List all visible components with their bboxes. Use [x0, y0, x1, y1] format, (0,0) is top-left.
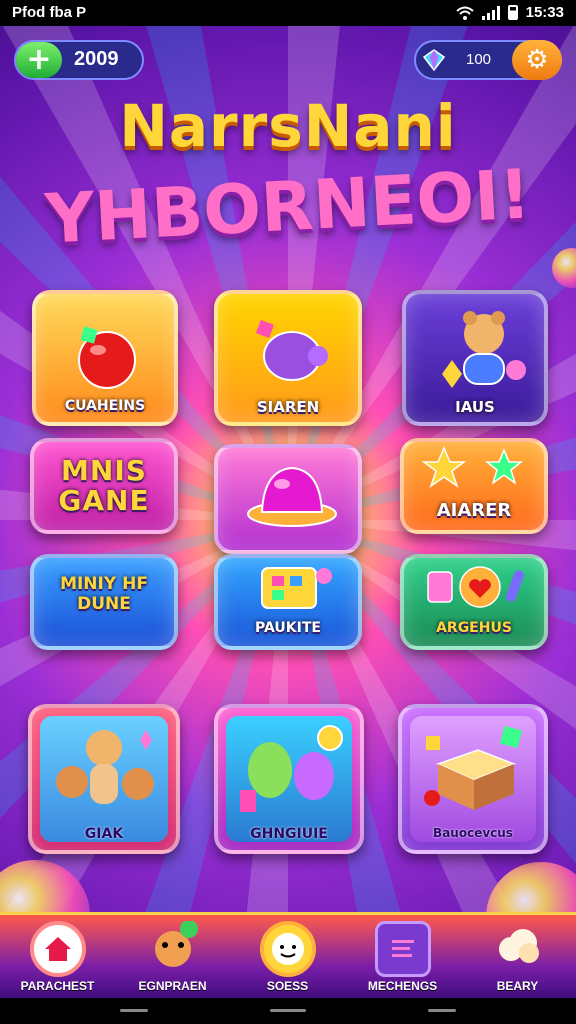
status-left-text: Pfod fba P [12, 4, 87, 21]
game-tile-10[interactable]: GIAK [28, 704, 180, 854]
game-tile-8[interactable]: PAUKITE [214, 554, 362, 650]
game-tile-9[interactable]: ARGEHUS [400, 554, 548, 650]
nav-item-home[interactable]: PARACHEST [0, 915, 115, 1001]
apple-icon [78, 326, 136, 389]
cloud-icon [490, 921, 546, 977]
signal-icon [481, 5, 500, 20]
game-tile-1[interactable]: CUAHEINS [32, 290, 178, 426]
heart-icon [427, 566, 525, 608]
tile-label: MINIY HF DUNE [60, 574, 148, 614]
cake-box-icon [424, 725, 523, 810]
face-icon [259, 921, 316, 977]
coin-counter: + 2009 [14, 40, 144, 80]
pet-icon [145, 920, 201, 977]
gem-icon [422, 49, 446, 72]
nav-label: MECHENGS [367, 979, 438, 993]
battery-icon [507, 5, 518, 20]
game-tile-4[interactable]: MNIS GANE [30, 438, 178, 534]
nav-item-messages[interactable]: MECHENGS [345, 915, 460, 1001]
nav-label: EGNPRAEN [138, 979, 207, 993]
wifi-icon [455, 6, 474, 20]
tile-label: IAUS [455, 398, 495, 416]
back-gesture[interactable] [120, 1009, 148, 1012]
bottom-nav: PARACHEST EGNPRAEN SOESS MECHENGS BEARY [0, 912, 576, 1001]
puzzle-board-icon [261, 567, 332, 609]
game-tile-3[interactable]: IAUS [402, 290, 548, 426]
add-coins-button[interactable]: + [16, 42, 62, 78]
tile-label: AIARER [436, 500, 512, 521]
status-bar: Pfod fba P 15:33 [0, 0, 576, 26]
star-icon [422, 446, 524, 488]
tile-label: GIAK [84, 826, 124, 842]
coin-value: 2009 [74, 48, 119, 70]
blob-creature-icon [256, 320, 328, 381]
home-icon [29, 921, 86, 977]
notes-icon [374, 921, 431, 977]
ufo-icon [247, 466, 337, 527]
bubble-decoration-edge [552, 248, 576, 288]
home-gesture[interactable] [270, 1009, 306, 1012]
gear-icon: ⚙ [525, 45, 549, 75]
tile-label: SIAREN [256, 398, 320, 416]
hamster-icon [442, 311, 526, 388]
game-tile-12[interactable]: Bauocevcus [398, 704, 548, 854]
gem-value: 100 [466, 51, 492, 68]
system-nav-bar [0, 998, 576, 1024]
game-title-line2: YHBORNEOI! [43, 155, 533, 260]
tile-label: Bauocevcus [433, 826, 513, 840]
tile-label: CUAHEINS [64, 398, 146, 414]
game-tile-7[interactable]: MINIY HF DUNE [30, 554, 178, 650]
tile-label: ARGEHUS [436, 620, 512, 636]
recents-gesture[interactable] [428, 1009, 456, 1012]
tile-label: MNIS GANE [58, 454, 150, 517]
game-tile-6[interactable]: AIARER [400, 438, 548, 534]
monster-friends-icon [240, 725, 343, 812]
nav-item-pet[interactable]: EGNPRAEN [115, 915, 230, 1001]
settings-button[interactable]: ⚙ [512, 40, 562, 80]
animal-friends-icon [56, 730, 154, 804]
game-tile-center[interactable] [214, 444, 362, 554]
nav-item-beary[interactable]: BEARY [460, 915, 575, 1001]
nav-label: BEARY [496, 979, 539, 993]
game-tile-11[interactable]: GHNGIUIE [214, 704, 364, 854]
status-time: 15:33 [525, 4, 564, 21]
game-title-line1: NarrsNani [119, 92, 457, 160]
nav-label: SOESS [266, 979, 309, 993]
tile-label: PAUKITE [255, 620, 321, 636]
game-tile-2[interactable]: SIAREN [214, 290, 362, 426]
nav-item-center[interactable]: SOESS [230, 915, 345, 1001]
gem-counter: 100 ⚙ [414, 40, 562, 80]
nav-label: PARACHEST [20, 979, 95, 993]
tile-label: GHNGIUIE [250, 826, 328, 842]
